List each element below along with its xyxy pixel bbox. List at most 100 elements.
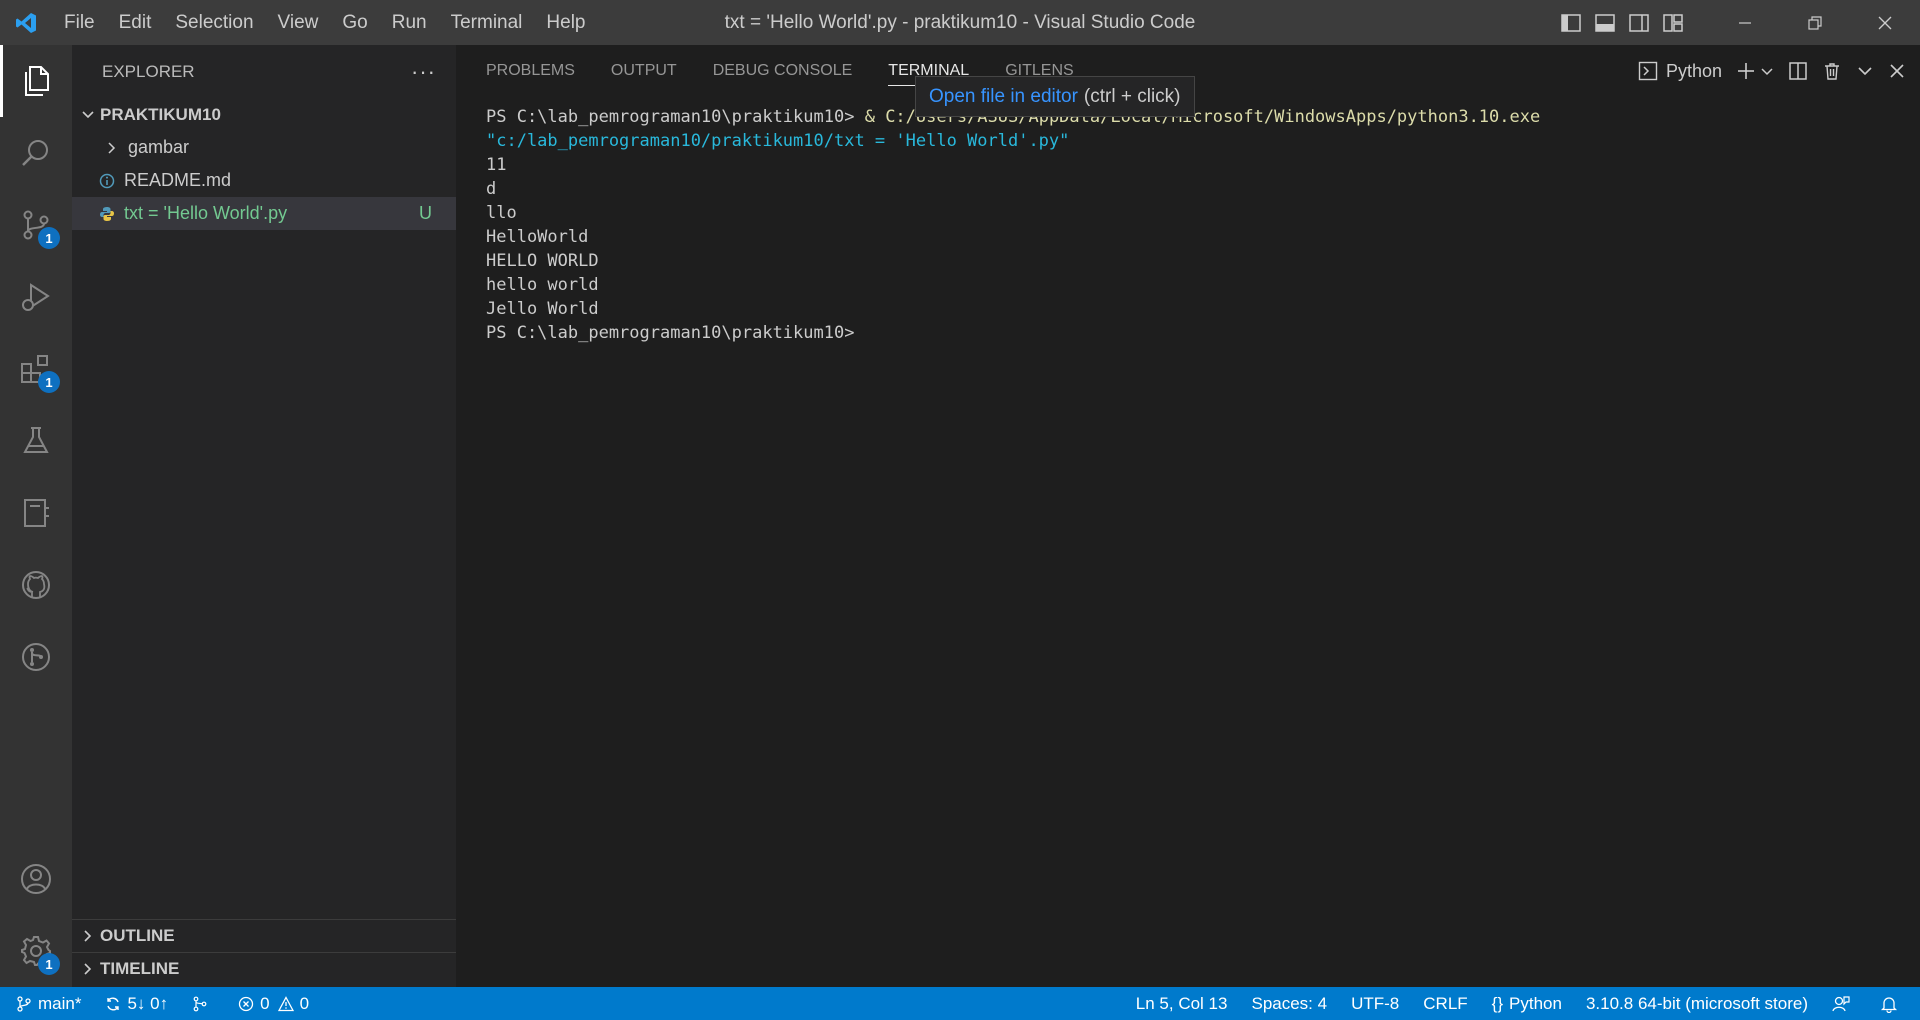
problems-status[interactable]: 0 0 bbox=[226, 987, 321, 1020]
python-file-icon bbox=[96, 206, 118, 222]
indentation-status[interactable]: Spaces: 4 bbox=[1239, 987, 1339, 1020]
chevron-down-icon[interactable] bbox=[1760, 45, 1774, 97]
warning-count: 0 bbox=[299, 993, 310, 1013]
terminal-line: Jello World bbox=[486, 299, 599, 319]
menu-selection[interactable]: Selection bbox=[163, 0, 265, 45]
terminal-line: HELLO WORLD bbox=[486, 251, 599, 271]
menu-run[interactable]: Run bbox=[380, 0, 439, 45]
title-bar: File Edit Selection View Go Run Terminal… bbox=[0, 0, 1920, 45]
terminal-line: 11 bbox=[486, 155, 507, 175]
chevron-down-icon bbox=[82, 110, 94, 118]
manage-badge: 1 bbox=[38, 953, 60, 975]
sync-counts: 5↓ 0↑ bbox=[127, 993, 169, 1013]
sync-status[interactable]: 5↓ 0↑ bbox=[93, 987, 180, 1020]
source-control-icon[interactable]: 1 bbox=[0, 189, 72, 261]
terminal-final-prompt: PS C:\lab_pemrograman10\praktikum10> bbox=[486, 323, 855, 343]
terminal-output[interactable]: PS C:\lab_pemrograman10\praktikum10> & C… bbox=[486, 105, 1906, 345]
terminal-shell-selector[interactable]: Python bbox=[1638, 45, 1722, 97]
gitlens-status-icon[interactable] bbox=[180, 987, 226, 1020]
restore-button[interactable] bbox=[1780, 0, 1850, 45]
extensions-badge: 1 bbox=[38, 371, 60, 393]
terminal-panel: PROBLEMS OUTPUT DEBUG CONSOLE TERMINAL G… bbox=[456, 45, 1920, 987]
terminal-line: hello world bbox=[486, 275, 599, 295]
chevron-right-icon bbox=[84, 963, 92, 975]
tooltip-link[interactable]: Open file in editor bbox=[929, 86, 1078, 108]
branch-name: main* bbox=[38, 993, 82, 1013]
menu-bar: File Edit Selection View Go Run Terminal… bbox=[52, 0, 598, 45]
timeline-section[interactable]: TIMELINE bbox=[72, 952, 456, 985]
new-terminal-plus-icon[interactable] bbox=[1736, 45, 1756, 97]
menu-terminal[interactable]: Terminal bbox=[439, 0, 535, 45]
open-file-tooltip: Open file in editor (ctrl + click) bbox=[915, 76, 1195, 117]
chevron-right-icon bbox=[100, 141, 122, 155]
terminal-line: HelloWorld bbox=[486, 227, 589, 247]
split-terminal-icon[interactable] bbox=[1788, 45, 1808, 97]
kill-terminal-trash-icon[interactable] bbox=[1822, 45, 1842, 97]
manage-gear-icon[interactable]: 1 bbox=[0, 915, 72, 987]
folder-header[interactable]: PRAKTIKUM10 bbox=[72, 98, 456, 131]
more-actions-icon[interactable]: ··· bbox=[411, 59, 436, 85]
explorer-title: EXPLORER bbox=[102, 61, 195, 81]
menu-edit[interactable]: Edit bbox=[107, 0, 164, 45]
vscode-logo-icon bbox=[0, 0, 52, 45]
tree-item-label: gambar bbox=[128, 137, 190, 157]
python-interpreter[interactable]: 3.10.8 64-bit (microsoft store) bbox=[1574, 987, 1820, 1020]
language-mode[interactable]: {} Python bbox=[1480, 987, 1574, 1020]
feedback-icon[interactable] bbox=[1820, 987, 1868, 1020]
outline-section[interactable]: OUTLINE bbox=[72, 919, 456, 952]
menu-view[interactable]: View bbox=[266, 0, 331, 45]
activity-bar: 1 1 1 bbox=[0, 45, 72, 987]
menu-help[interactable]: Help bbox=[534, 0, 597, 45]
chevron-right-icon bbox=[84, 930, 92, 942]
search-icon[interactable] bbox=[0, 117, 72, 189]
customize-layout-icon[interactable] bbox=[1656, 0, 1690, 45]
status-bar: main* 5↓ 0↑ 0 0 Ln 5, Col 13 Spaces: 4 U… bbox=[0, 987, 1920, 1020]
timeline-label: TIMELINE bbox=[100, 959, 180, 978]
explorer-icon[interactable] bbox=[0, 45, 72, 117]
untracked-status-badge: U bbox=[419, 203, 432, 223]
eol-status[interactable]: CRLF bbox=[1411, 987, 1479, 1020]
minimize-button[interactable] bbox=[1710, 0, 1780, 45]
cursor-position[interactable]: Ln 5, Col 13 bbox=[1124, 987, 1240, 1020]
notifications-bell-icon[interactable] bbox=[1868, 987, 1920, 1020]
toggle-secondary-sidebar-icon[interactable] bbox=[1622, 0, 1656, 45]
warning-icon bbox=[277, 995, 294, 1011]
terminal-line: llo bbox=[486, 203, 517, 223]
accounts-icon[interactable] bbox=[0, 843, 72, 915]
gitlens-icon[interactable] bbox=[0, 621, 72, 693]
tab-problems[interactable]: PROBLEMS bbox=[486, 45, 575, 97]
menu-file[interactable]: File bbox=[52, 0, 107, 45]
git-branch-icon bbox=[17, 995, 31, 1012]
tooltip-hint: (ctrl + click) bbox=[1083, 85, 1181, 107]
tab-output[interactable]: OUTPUT bbox=[611, 45, 677, 97]
toggle-primary-sidebar-icon[interactable] bbox=[1554, 0, 1588, 45]
tree-item-label: txt = 'Hello World'.py bbox=[124, 203, 288, 223]
tree-item-label: README.md bbox=[124, 170, 232, 190]
explorer-sidebar: EXPLORER ··· PRAKTIKUM10 gambar README.m… bbox=[72, 45, 456, 987]
branch-status[interactable]: main* bbox=[0, 987, 93, 1020]
outline-label: OUTLINE bbox=[100, 926, 175, 945]
maximize-panel-chevron-icon[interactable] bbox=[1856, 45, 1874, 97]
encoding-status[interactable]: UTF-8 bbox=[1339, 987, 1411, 1020]
info-icon bbox=[96, 173, 118, 189]
github-icon[interactable] bbox=[0, 549, 72, 621]
extensions-icon[interactable]: 1 bbox=[0, 333, 72, 405]
menu-go[interactable]: Go bbox=[330, 0, 379, 45]
tree-item-gambar[interactable]: gambar bbox=[72, 131, 456, 164]
tab-debug-console[interactable]: DEBUG CONSOLE bbox=[713, 45, 853, 97]
language-label: Python bbox=[1509, 993, 1562, 1013]
testing-flask-icon[interactable] bbox=[0, 405, 72, 477]
notebook-icon[interactable] bbox=[0, 477, 72, 549]
source-control-badge: 1 bbox=[38, 227, 60, 249]
terminal-call-operator: & bbox=[864, 107, 886, 127]
run-debug-icon[interactable] bbox=[0, 261, 72, 333]
toggle-panel-icon[interactable] bbox=[1588, 0, 1622, 45]
folder-name: PRAKTIKUM10 bbox=[100, 104, 221, 124]
sync-icon bbox=[107, 997, 120, 1010]
terminal-script-arg: "c:/lab_pemrograman10/praktikum10/txt = … bbox=[486, 131, 1070, 151]
tree-item-python-file[interactable]: txt = 'Hello World'.py U bbox=[72, 197, 456, 230]
tree-item-readme[interactable]: README.md bbox=[72, 164, 456, 197]
close-button[interactable] bbox=[1850, 0, 1920, 45]
close-panel-icon[interactable] bbox=[1888, 45, 1906, 97]
shell-label: Python bbox=[1665, 60, 1722, 81]
